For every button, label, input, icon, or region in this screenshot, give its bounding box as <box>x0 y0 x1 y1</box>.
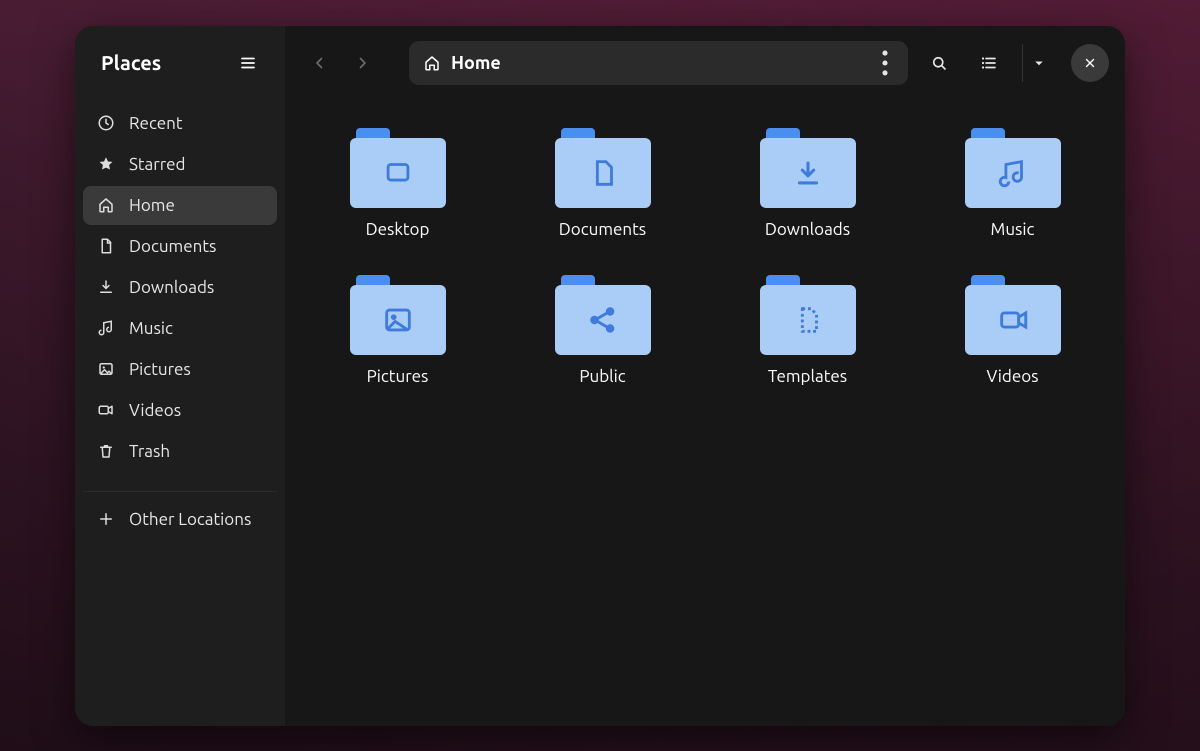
folder-label: Pictures <box>367 367 429 386</box>
folder-icon <box>760 275 856 355</box>
view-options-button[interactable] <box>1025 44 1053 82</box>
main-pane: Home Desktop Documents Downloads Music Pictu… <box>285 26 1125 726</box>
folder-label: Templates <box>768 367 847 386</box>
places-list: Recent Starred Home Documents Downloads Music… <box>75 100 285 475</box>
sidebar-item-recent[interactable]: Recent <box>83 104 277 143</box>
view-list-button[interactable] <box>970 44 1008 82</box>
clock-icon <box>97 114 115 132</box>
folder-icon <box>965 128 1061 208</box>
sidebar-item-pictures[interactable]: Pictures <box>83 350 277 389</box>
path-menu-button[interactable] <box>868 46 902 80</box>
folder-icon <box>965 275 1061 355</box>
home-icon <box>97 196 115 214</box>
folder-templates[interactable]: Templates <box>738 271 878 390</box>
folder-icon <box>350 275 446 355</box>
caret-down-icon <box>1030 54 1048 72</box>
forward-button[interactable] <box>343 44 381 82</box>
hamburger-icon <box>239 54 257 72</box>
view-options-group <box>1022 44 1053 82</box>
sidebar-item-label: Downloads <box>129 278 263 297</box>
sidebar-item-documents[interactable]: Documents <box>83 227 277 266</box>
folder-public[interactable]: Public <box>533 271 673 390</box>
sidebar-item-label: Documents <box>129 237 263 256</box>
folder-icon <box>555 128 651 208</box>
file-manager-window: Places Recent Starred Home Documents Downloa… <box>75 26 1125 726</box>
toolbar: Home <box>285 26 1125 100</box>
folder-downloads[interactable]: Downloads <box>738 124 878 243</box>
home-icon <box>423 54 441 72</box>
music-icon <box>97 319 115 337</box>
hamburger-button[interactable] <box>231 46 265 80</box>
sidebar-item-label: Recent <box>129 114 263 133</box>
sidebar-item-label: Pictures <box>129 360 263 379</box>
folder-label: Desktop <box>366 220 430 239</box>
sidebar: Places Recent Starred Home Documents Downloa… <box>75 26 285 726</box>
picture-icon <box>97 360 115 378</box>
folder-documents[interactable]: Documents <box>533 124 673 243</box>
trash-icon <box>97 442 115 460</box>
folder-label: Videos <box>986 367 1038 386</box>
other-locations-label: Other Locations <box>129 510 263 529</box>
star-icon <box>97 155 115 173</box>
other-locations-section: Other Locations <box>83 491 277 539</box>
sidebar-item-label: Music <box>129 319 263 338</box>
sidebar-item-other-locations[interactable]: Other Locations <box>83 500 277 539</box>
folder-icon <box>760 128 856 208</box>
sidebar-item-label: Home <box>129 196 263 215</box>
share-glyph-icon <box>586 303 620 337</box>
folder-label: Music <box>991 220 1035 239</box>
path-segment-home[interactable]: Home <box>423 53 501 73</box>
chevron-left-icon <box>311 54 329 72</box>
sidebar-item-label: Trash <box>129 442 263 461</box>
plus-icon <box>97 510 115 528</box>
picture-glyph-icon <box>381 303 415 337</box>
folder-music[interactable]: Music <box>943 124 1083 243</box>
sidebar-item-home[interactable]: Home <box>83 186 277 225</box>
sidebar-item-starred[interactable]: Starred <box>83 145 277 184</box>
sidebar-item-videos[interactable]: Videos <box>83 391 277 430</box>
sidebar-item-label: Videos <box>129 401 263 420</box>
sidebar-title: Places <box>101 51 161 74</box>
folder-label: Public <box>579 367 625 386</box>
list-icon <box>980 54 998 72</box>
video-icon <box>97 401 115 419</box>
path-label: Home <box>451 53 501 73</box>
content-scroll[interactable]: Desktop Documents Downloads Music Pictures Pu… <box>285 100 1125 726</box>
nav-buttons <box>301 44 381 82</box>
search-icon <box>930 54 948 72</box>
folder-label: Documents <box>559 220 646 239</box>
folder-icon <box>555 275 651 355</box>
sidebar-item-music[interactable]: Music <box>83 309 277 348</box>
folder-pictures[interactable]: Pictures <box>328 271 468 390</box>
folder-desktop[interactable]: Desktop <box>328 124 468 243</box>
chevron-right-icon <box>353 54 371 72</box>
sidebar-header: Places <box>75 26 285 100</box>
template-glyph-icon <box>791 303 825 337</box>
search-button[interactable] <box>920 44 958 82</box>
music-glyph-icon <box>996 156 1030 190</box>
sidebar-item-label: Starred <box>129 155 263 174</box>
video-glyph-icon <box>996 303 1030 337</box>
desktop-glyph-icon <box>381 156 415 190</box>
kebab-icon <box>868 46 902 80</box>
download-icon <box>97 278 115 296</box>
folder-label: Downloads <box>765 220 850 239</box>
document-glyph-icon <box>586 156 620 190</box>
folder-videos[interactable]: Videos <box>943 271 1083 390</box>
download-glyph-icon <box>791 156 825 190</box>
folder-grid: Desktop Documents Downloads Music Pictures Pu… <box>315 124 1095 390</box>
sidebar-item-downloads[interactable]: Downloads <box>83 268 277 307</box>
back-button[interactable] <box>301 44 339 82</box>
path-bar[interactable]: Home <box>409 41 908 85</box>
close-icon <box>1083 56 1097 70</box>
sidebar-item-trash[interactable]: Trash <box>83 432 277 471</box>
document-icon <box>97 237 115 255</box>
folder-icon <box>350 128 446 208</box>
close-button[interactable] <box>1071 44 1109 82</box>
